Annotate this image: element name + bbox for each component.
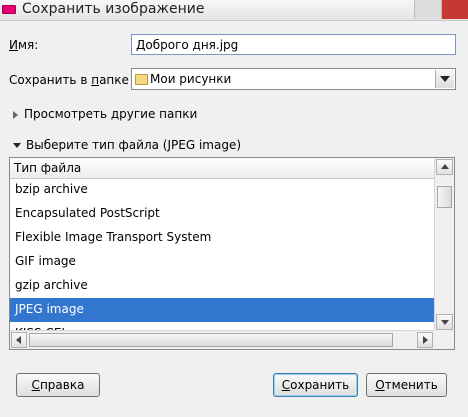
- folder-select[interactable]: Мои рисунки: [131, 68, 456, 90]
- list-item[interactable]: Encapsulated PostScript: [10, 202, 434, 226]
- close-button[interactable]: [441, 0, 468, 19]
- save-button[interactable]: Сохранить: [273, 373, 358, 397]
- minimize-button[interactable]: [414, 0, 441, 19]
- list-item-selected[interactable]: JPEG image: [10, 298, 434, 322]
- horizontal-scroll-thumb[interactable]: [29, 333, 393, 347]
- filename-input[interactable]: Доброго дня.jpg: [131, 34, 456, 55]
- horizontal-scrollbar[interactable]: [10, 330, 434, 349]
- help-button[interactable]: Справка: [16, 373, 100, 397]
- scroll-right-icon[interactable]: [417, 332, 433, 348]
- expander-expanded-icon: [13, 143, 21, 148]
- file-type-list[interactable]: Тип файла bzip archive Encapsulated Post…: [9, 157, 455, 350]
- vertical-scrollbar[interactable]: [434, 158, 454, 331]
- column-header-file-type[interactable]: Тип файла: [10, 158, 434, 179]
- file-type-rows: bzip archive Encapsulated PostScript Fle…: [10, 178, 434, 330]
- title-bar: Сохранить изображение: [0, 0, 468, 21]
- list-item[interactable]: gzip archive: [10, 274, 434, 298]
- browse-folders-label: Просмотреть другие папки: [24, 107, 198, 121]
- folder-select-value: Мои рисунки: [150, 72, 232, 86]
- browse-folders-expander[interactable]: Просмотреть другие папки: [13, 107, 197, 121]
- list-item[interactable]: KISS CEL: [10, 322, 434, 330]
- scroll-left-icon[interactable]: [11, 332, 27, 348]
- vertical-scroll-thumb[interactable]: [437, 186, 452, 208]
- save-in-folder-label: Сохранить в папке: [9, 73, 129, 87]
- folder-icon: [135, 74, 148, 85]
- list-item[interactable]: bzip archive: [10, 178, 434, 202]
- scrollbar-corner: [434, 330, 454, 349]
- chevron-down-icon[interactable]: [435, 70, 454, 88]
- file-type-expander[interactable]: Выберите тип файла (JPEG image): [13, 138, 241, 152]
- file-type-expander-label: Выберите тип файла (JPEG image): [26, 138, 242, 152]
- name-label: Имя:: [9, 38, 39, 52]
- list-item[interactable]: Flexible Image Transport System: [10, 226, 434, 250]
- cancel-button[interactable]: Отменить: [366, 373, 447, 397]
- window-title: Сохранить изображение: [22, 1, 205, 17]
- scroll-up-icon[interactable]: [436, 159, 453, 175]
- list-item[interactable]: GIF image: [10, 250, 434, 274]
- app-icon: [2, 5, 16, 14]
- expander-collapsed-icon: [13, 110, 18, 119]
- scroll-down-icon[interactable]: [436, 314, 453, 330]
